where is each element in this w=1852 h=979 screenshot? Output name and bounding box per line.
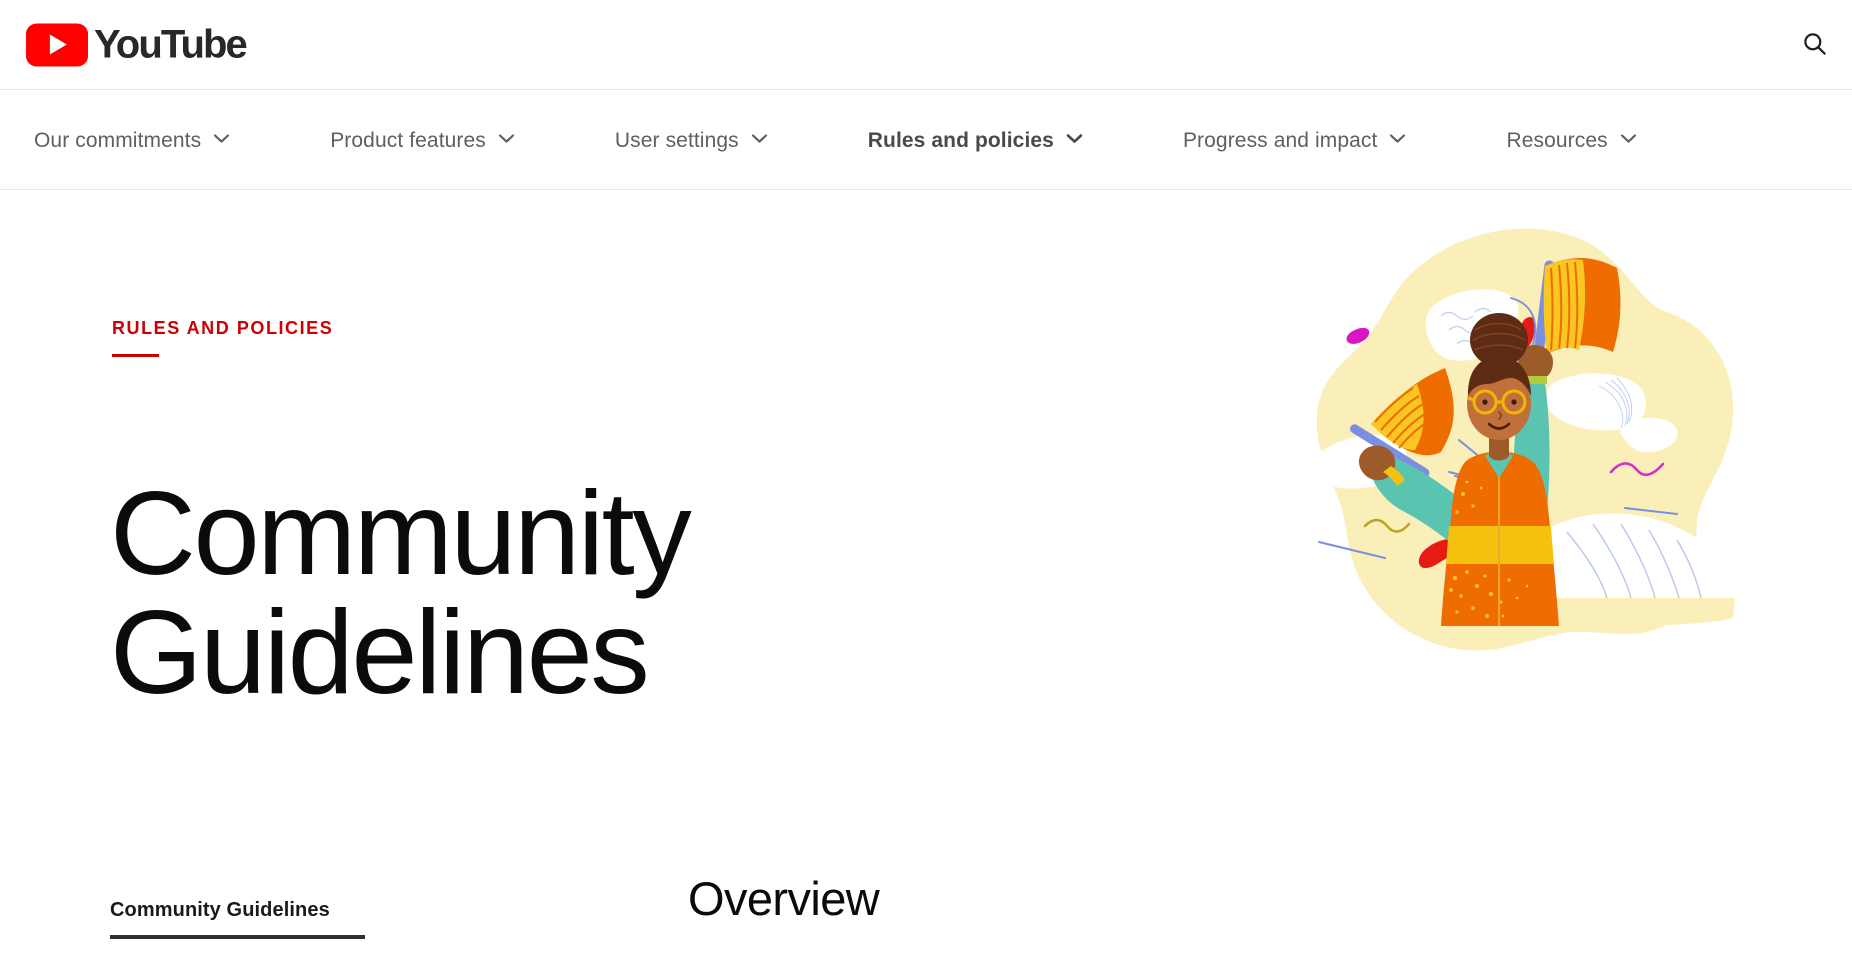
search-icon <box>1801 30 1828 60</box>
chevron-down-icon <box>498 131 515 149</box>
chevron-down-icon <box>213 131 230 149</box>
chevron-down-icon <box>1389 131 1406 149</box>
nav-item-our-commitments[interactable]: Our commitments <box>34 130 230 151</box>
nav-item-user-settings[interactable]: User settings <box>615 130 768 151</box>
sidebar-item-community-guidelines[interactable]: Community Guidelines <box>110 900 365 920</box>
nav-item-resources[interactable]: Resources <box>1506 130 1636 151</box>
person-waving-flags-illustration <box>1305 226 1755 686</box>
nav-item-product-features[interactable]: Product features <box>330 130 515 151</box>
site-header: YouTube <box>0 0 1852 90</box>
search-button[interactable] <box>1790 21 1838 69</box>
chevron-down-icon <box>1066 131 1083 149</box>
nav-label: Product features <box>330 128 486 152</box>
youtube-logo-link[interactable]: YouTube <box>26 22 248 67</box>
content-section: Community Guidelines Overview <box>0 721 1852 979</box>
chevron-down-icon <box>1620 131 1637 149</box>
section-title-overview: Overview <box>688 872 880 925</box>
nav-items-container: Our commitments Product features User se… <box>34 91 1637 189</box>
nav-label: User settings <box>614 128 739 152</box>
breadcrumb: RULES AND POLICIES <box>112 319 333 357</box>
nav-item-progress-and-impact[interactable]: Progress and impact <box>1183 130 1407 151</box>
nav-label: Rules and policies <box>867 128 1054 152</box>
nav-label: Progress and impact <box>1182 128 1378 152</box>
youtube-wordmark: YouTube <box>94 22 248 67</box>
nav-label: Resources <box>1506 128 1608 152</box>
page-title: Community Guidelines <box>110 467 692 719</box>
youtube-play-icon <box>26 23 88 66</box>
eyebrow-rule <box>112 354 159 357</box>
hero-section: RULES AND POLICIES Community Guidelines <box>0 191 1852 721</box>
chevron-down-icon <box>751 131 768 149</box>
main-navigation: Our commitments Product features User se… <box>0 91 1852 190</box>
eyebrow-label: RULES AND POLICIES <box>112 318 334 338</box>
sidebar-active-indicator <box>110 935 365 939</box>
nav-item-rules-and-policies[interactable]: Rules and policies <box>868 130 1083 151</box>
content-sidebar: Community Guidelines <box>110 900 365 939</box>
nav-label: Our commitments <box>34 128 202 152</box>
